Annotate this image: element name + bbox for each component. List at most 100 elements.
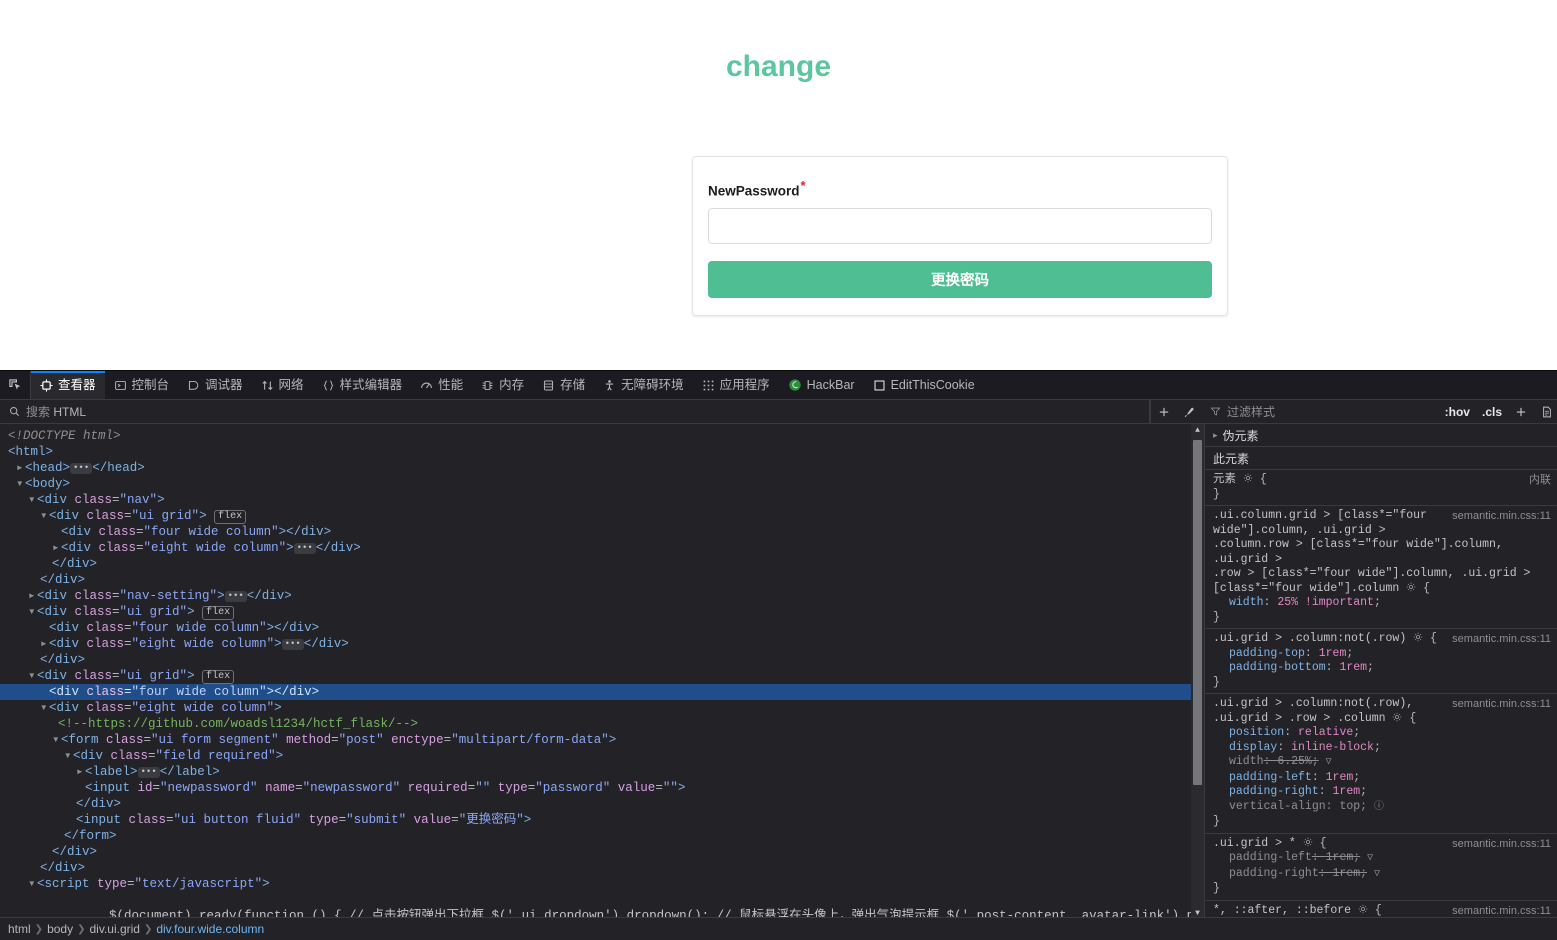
dom-node[interactable]: </form>	[0, 828, 1204, 844]
dom-node-comment[interactable]: <!--https://github.com/woadsl1234/hctf_f…	[0, 716, 1204, 732]
tab-console[interactable]: 控制台	[105, 371, 179, 399]
tab-network[interactable]: 网络	[252, 371, 313, 399]
css-value[interactable]: top	[1339, 800, 1360, 813]
dom-node[interactable]: <input id="newpassword" name="newpasswor…	[0, 780, 1204, 796]
gear-icon[interactable]	[1358, 904, 1368, 914]
tab-style-editor[interactable]: 样式编辑器	[313, 371, 412, 399]
tab-memory[interactable]: 内存	[472, 371, 533, 399]
dom-tree-pane[interactable]: <!DOCTYPE html> <html> <head>•••</head> …	[0, 424, 1204, 921]
css-value[interactable]: 1rem	[1326, 851, 1354, 864]
css-source[interactable]: semantic.min.css:11	[1452, 632, 1551, 647]
dom-node[interactable]: <div class="nav-setting">•••</div>	[0, 588, 1204, 604]
css-property[interactable]: padding-left	[1213, 771, 1312, 786]
css-property[interactable]: width	[1213, 755, 1264, 770]
scrollbar-thumb[interactable]	[1193, 440, 1202, 785]
css-value[interactable]: 25% !important	[1277, 596, 1374, 609]
dom-tree-scrollbar[interactable]: ▲ ▼	[1191, 424, 1204, 921]
tab-application[interactable]: 应用程序	[693, 371, 779, 399]
dom-node[interactable]: <div class="ui grid"> flex	[0, 508, 1204, 524]
hov-toggle[interactable]: :hov	[1442, 405, 1473, 419]
tab-accessibility[interactable]: 无障碍环境	[594, 371, 693, 399]
css-value[interactable]: 1rem	[1333, 785, 1361, 798]
dom-node[interactable]: <div class="field required">	[0, 748, 1204, 764]
css-source[interactable]: semantic.min.css:11	[1452, 509, 1551, 524]
css-source[interactable]: semantic.min.css:11	[1452, 904, 1551, 919]
dom-node[interactable]: </div>	[0, 556, 1204, 572]
css-property[interactable]: padding-right	[1213, 785, 1319, 800]
css-property[interactable]: display	[1213, 741, 1277, 756]
tab-hackbar[interactable]: HackBar	[779, 371, 864, 399]
dom-node[interactable]: <script type="text/javascript">	[0, 876, 1204, 892]
cls-toggle[interactable]: .cls	[1479, 405, 1505, 419]
submit-button[interactable]: 更换密码	[708, 260, 1212, 298]
breadcrumb-item-html[interactable]: html	[8, 922, 31, 936]
breadcrumb-item-div-four-wide-column[interactable]: div.four.wide.column	[156, 922, 264, 936]
newpassword-input[interactable]	[708, 207, 1212, 244]
css-property[interactable]: padding-right	[1213, 867, 1319, 882]
dom-node[interactable]: <html>	[0, 444, 1204, 460]
scroll-up-arrow[interactable]: ▲	[1191, 424, 1204, 438]
plus-icon[interactable]	[1150, 400, 1176, 423]
tab-editthiscookie[interactable]: EditThisCookie	[864, 371, 984, 399]
tab-storage[interactable]: 存储	[533, 371, 594, 399]
dom-node[interactable]: <form class="ui form segment" method="po…	[0, 732, 1204, 748]
tab-debugger[interactable]: 调试器	[178, 371, 252, 399]
dom-node[interactable]: </div>	[0, 860, 1204, 876]
dom-node[interactable]: <div class="eight wide column">	[0, 700, 1204, 716]
gear-icon[interactable]	[1303, 837, 1313, 847]
search-input[interactable]: 搜索 HTML	[0, 400, 1150, 423]
css-rules-pane[interactable]: ▸ 伪元素 此元素 元素 { 内联 } semantic.min.css:11 …	[1204, 424, 1557, 921]
css-property[interactable]: padding-left	[1213, 851, 1312, 866]
rules-filter-placeholder[interactable]: 过滤样式	[1227, 403, 1436, 420]
dom-node[interactable]: <!DOCTYPE html>	[0, 428, 1204, 444]
element-picker-icon[interactable]	[0, 371, 31, 399]
dom-node-selected[interactable]: <div class="four wide column"></div>	[0, 684, 1204, 700]
dom-node[interactable]: <div class="four wide column"></div>	[0, 620, 1204, 636]
css-property[interactable]: position	[1213, 726, 1284, 741]
gear-icon[interactable]	[1406, 582, 1416, 592]
css-rule[interactable]: semantic.min.css:11 .ui.grid > * { paddi…	[1205, 834, 1557, 901]
css-source[interactable]: semantic.min.css:11	[1452, 837, 1551, 852]
dom-node[interactable]: <div class="eight wide column">•••</div>	[0, 540, 1204, 556]
css-source[interactable]: 内联	[1529, 473, 1551, 488]
dom-node[interactable]: <div class="four wide column"></div>	[0, 524, 1204, 540]
css-property[interactable]: vertical-align	[1213, 800, 1326, 815]
dom-node[interactable]: <div class="nav">	[0, 492, 1204, 508]
dom-node[interactable]: <div class="ui grid"> flex	[0, 604, 1204, 620]
css-value[interactable]: inline-block	[1291, 741, 1374, 754]
dom-node[interactable]: </div>	[0, 844, 1204, 860]
css-value[interactable]: 6.25%	[1277, 755, 1312, 768]
gear-icon[interactable]	[1413, 632, 1423, 642]
css-property[interactable]: width	[1213, 596, 1264, 611]
dom-node[interactable]: <input class="ui button fluid" type="sub…	[0, 812, 1204, 828]
dom-node[interactable]: <div class="ui grid"> flex	[0, 668, 1204, 684]
tab-inspector[interactable]: 查看器	[31, 371, 105, 399]
css-rule[interactable]: 元素 { 内联 }	[1205, 470, 1557, 506]
css-rule[interactable]: semantic.min.css:11 .ui.grid > .column:n…	[1205, 629, 1557, 694]
dom-node[interactable]: </div>	[0, 572, 1204, 588]
dom-node[interactable]: </div>	[0, 652, 1204, 668]
css-value[interactable]: 1rem	[1333, 867, 1361, 880]
breadcrumb-item-body[interactable]: body	[47, 922, 73, 936]
breadcrumb-item-div-ui-grid[interactable]: div.ui.grid	[89, 922, 139, 936]
css-property[interactable]: padding-top	[1213, 647, 1305, 662]
eyedropper-icon[interactable]	[1176, 400, 1202, 423]
css-value[interactable]: 1rem	[1339, 661, 1367, 674]
dom-node[interactable]: <label>•••</label>	[0, 764, 1204, 780]
dom-node[interactable]: </div>	[0, 796, 1204, 812]
dom-node[interactable]: <body>	[0, 476, 1204, 492]
css-value[interactable]: 1rem	[1319, 647, 1347, 660]
css-property[interactable]: padding-bottom	[1213, 661, 1326, 676]
gear-icon[interactable]	[1392, 712, 1402, 722]
css-rule[interactable]: semantic.min.css:11 .ui.grid > .column:n…	[1205, 694, 1557, 834]
css-value[interactable]: relative	[1298, 726, 1353, 739]
document-icon[interactable]	[1537, 400, 1557, 423]
tab-performance[interactable]: 性能	[411, 371, 472, 399]
css-value[interactable]: 1rem	[1326, 771, 1354, 784]
css-source[interactable]: semantic.min.css:11	[1452, 697, 1551, 712]
pseudo-elements-header[interactable]: ▸ 伪元素	[1205, 424, 1557, 447]
dom-node[interactable]: <head>•••</head>	[0, 460, 1204, 476]
add-rule-plus-icon[interactable]	[1511, 400, 1531, 423]
css-rule[interactable]: semantic.min.css:11 .ui.column.grid > [c…	[1205, 506, 1557, 629]
dom-node[interactable]: <div class="eight wide column">•••</div>	[0, 636, 1204, 652]
